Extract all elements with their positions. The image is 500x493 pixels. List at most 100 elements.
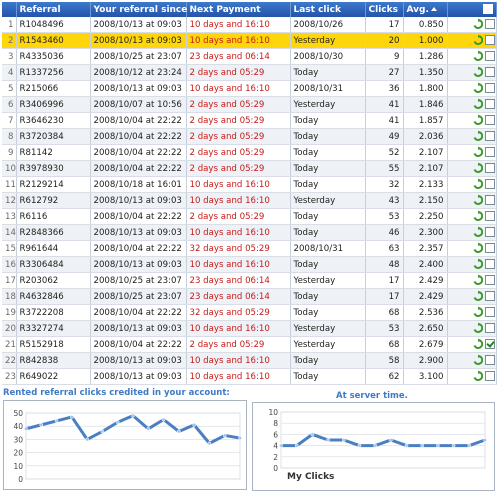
row-checkbox[interactable] [484,323,495,334]
row-index: 18 [2,288,17,305]
row-actions [447,96,497,113]
last-click: 2008/10/30 [290,48,366,65]
next-payment: 32 days and 05:29 [186,240,291,257]
y-tick-label: 4 [273,442,278,451]
recycle-icon[interactable] [473,51,483,62]
row-checkbox[interactable] [484,99,495,110]
recycle-icon[interactable] [473,99,483,110]
clicks-count: 58 [365,352,404,369]
header-referral[interactable]: Referral [16,2,91,17]
recycle-icon[interactable] [473,115,483,126]
recycle-icon[interactable] [473,259,483,270]
row-checkbox[interactable] [484,83,495,94]
recycle-icon[interactable] [473,243,483,254]
header-clicks[interactable]: Clicks [365,2,404,17]
recycle-icon[interactable] [473,35,483,46]
row-actions [447,176,497,193]
row-checkbox[interactable] [484,35,495,46]
row-checkbox[interactable] [484,243,495,254]
clicks-count: 9 [365,48,404,65]
recycle-icon[interactable] [473,19,483,30]
row-actions [447,352,497,369]
referral-since: 2008/10/25 at 23:07 [90,288,187,305]
recycle-icon[interactable] [473,291,483,302]
last-click: Yesterday [290,320,366,337]
row-checkbox[interactable] [484,371,495,382]
clicks-count: 43 [365,192,404,209]
row-checkbox[interactable] [484,211,495,222]
row-index: 2 [2,32,17,49]
row-checkbox[interactable] [484,51,495,62]
average-clicks: 1.846 [403,96,448,113]
average-clicks: 2.300 [403,224,448,241]
table-row: 3 R4335036 2008/10/25 at 23:07 23 days and … [2,48,497,65]
referral-since: 2008/10/25 at 23:07 [90,272,187,289]
row-index: 19 [2,304,17,321]
recycle-icon[interactable] [473,307,483,318]
recycle-icon[interactable] [473,83,483,94]
referral-id: R215066 [16,80,91,97]
row-actions [447,288,497,305]
row-checkbox[interactable] [484,259,495,270]
header-next-payment[interactable]: Next Payment [186,2,291,17]
row-checkbox[interactable] [484,19,495,30]
recycle-icon[interactable] [473,275,483,286]
data-point [207,441,212,446]
row-checkbox[interactable] [484,131,495,142]
next-payment: 10 days and 16:10 [186,256,291,273]
data-point [310,432,315,437]
referral-since: 2008/10/04 at 22:22 [90,336,187,353]
recycle-icon[interactable] [473,179,483,190]
referral-id: R6116 [16,208,91,225]
average-clicks: 1.286 [403,48,448,65]
recycle-icon[interactable] [473,147,483,158]
recycle-icon[interactable] [473,339,483,350]
row-checkbox[interactable] [484,275,495,286]
table-row: 1 R1048496 2008/10/13 at 09:03 10 days and … [2,17,497,33]
y-tick-label: 40 [13,422,23,431]
row-actions [447,128,497,145]
header-actions [447,2,497,17]
recycle-icon[interactable] [473,371,483,382]
recycle-icon[interactable] [473,67,483,78]
referral-id: R3646230 [16,112,91,129]
recycle-icon[interactable] [473,131,483,142]
recycle-icon[interactable] [473,211,483,222]
recycle-icon[interactable] [473,323,483,334]
table-row: 15 R961644 2008/10/04 at 22:22 32 days and … [2,240,497,257]
row-checkbox[interactable] [484,307,495,318]
average-clicks: 2.429 [403,288,448,305]
recycle-icon[interactable] [473,227,483,238]
select-all-checkbox[interactable] [482,4,493,15]
y-tick-label: 0 [273,464,278,473]
header-since[interactable]: Your referral since [90,2,187,17]
row-checkbox[interactable] [484,147,495,158]
recycle-icon[interactable] [473,355,483,366]
clicks-count: 46 [365,224,404,241]
clicks-count: 68 [365,304,404,321]
row-checkbox[interactable] [484,355,495,366]
row-checkbox[interactable] [484,179,495,190]
last-click: 2008/10/26 [290,17,366,33]
row-checkbox[interactable] [484,195,495,206]
left-chart-title: Rented referral clicks credited in your … [3,388,230,398]
row-actions [447,320,497,337]
data-point [436,443,440,448]
header-avg[interactable]: Avg. [403,2,448,17]
header-last-click[interactable]: Last click [290,2,366,17]
recycle-icon[interactable] [473,163,483,174]
row-checkbox[interactable] [484,163,495,174]
referral-since: 2008/10/07 at 10:56 [90,96,187,113]
row-checkbox[interactable] [484,227,495,238]
row-checkbox[interactable] [484,291,495,302]
row-index: 16 [2,256,17,273]
recycle-icon[interactable] [473,195,483,206]
last-click: Today [290,256,366,273]
row-checkbox[interactable] [484,339,495,350]
row-checkbox[interactable] [484,67,495,78]
y-tick-label: 8 [273,419,278,428]
data-point [54,419,59,423]
data-point [388,438,393,442]
row-checkbox[interactable] [484,115,495,126]
referral-since: 2008/10/13 at 09:03 [90,368,187,385]
